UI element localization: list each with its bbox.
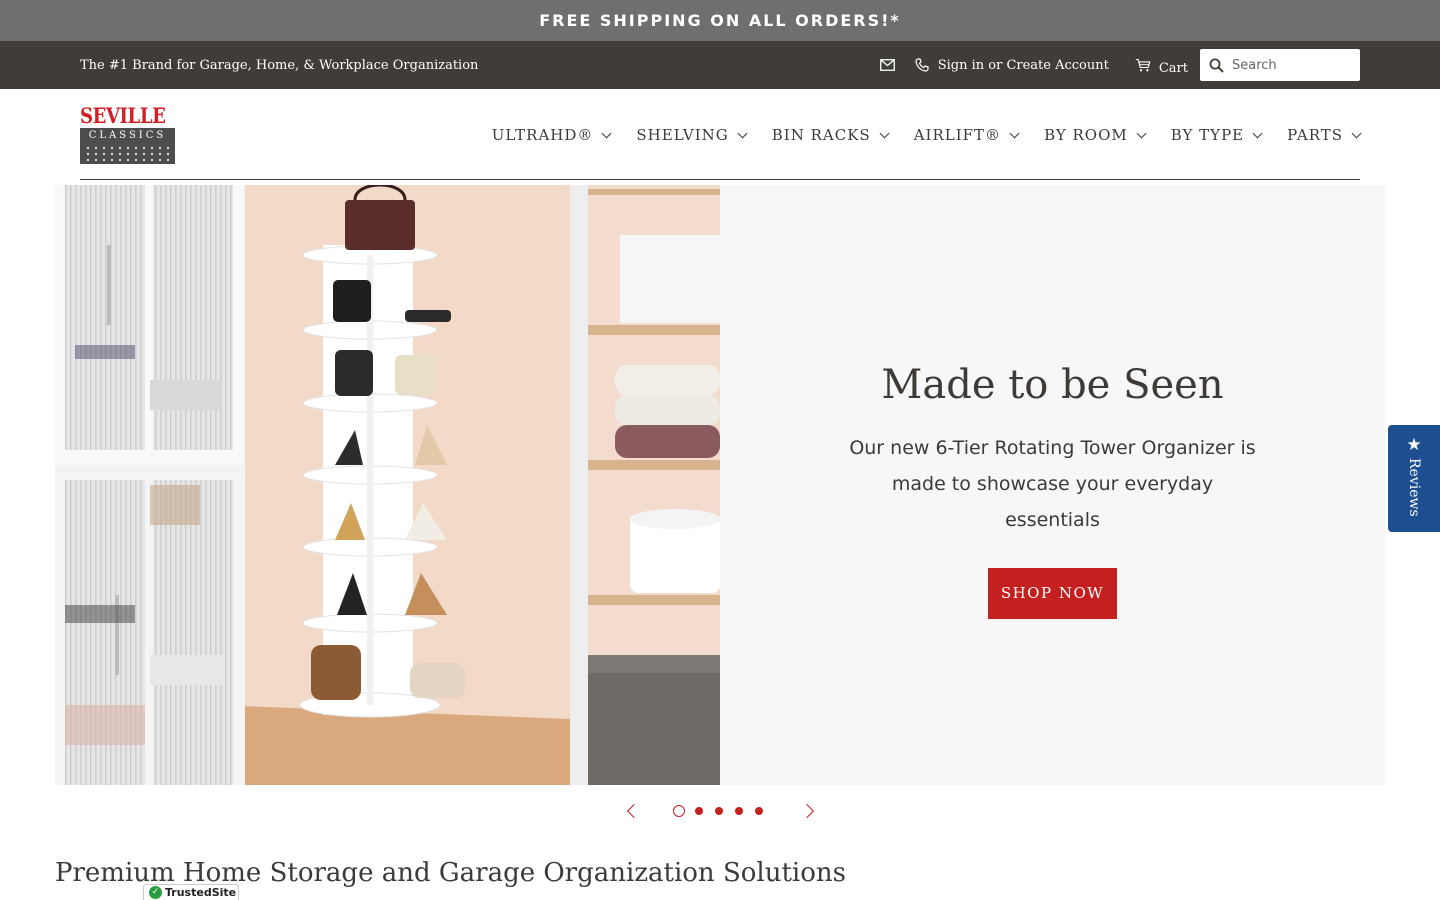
nav-item-by-type[interactable]: BY TYPE <box>1170 125 1263 144</box>
trustedsite-label: TrustedSite <box>165 886 237 899</box>
nav-item-shelving[interactable]: SHELVING <box>636 125 748 144</box>
nav-item-parts[interactable]: PARTS <box>1287 125 1362 144</box>
chevron-left-icon[interactable] <box>626 803 642 819</box>
search-box <box>1200 49 1360 81</box>
nav-item-ultrahd[interactable]: ULTRAHD® <box>491 125 612 144</box>
hero-image-closet <box>55 185 720 785</box>
cart-button[interactable]: Cart <box>1135 55 1188 76</box>
nav-item-label: ULTRAHD® <box>491 125 594 144</box>
logo-wordmark-bottom: CLASSICS <box>88 129 167 141</box>
slider-dot-5[interactable] <box>755 807 763 815</box>
utility-bar: The #1 Brand for Garage, Home, & Workpla… <box>0 41 1440 89</box>
reviews-label: Reviews <box>1406 458 1422 517</box>
hero-slide: Made to be Seen Our new 6-Tier Rotating … <box>55 185 1385 785</box>
reviews-tab[interactable]: ★ Reviews <box>1388 425 1440 532</box>
chevron-down-icon <box>1351 128 1362 138</box>
star-icon: ★ <box>1406 435 1422 455</box>
slider-dot-3[interactable] <box>715 807 723 815</box>
main-nav: ULTRAHD® SHELVING BIN RACKS AIRLIFT® BY … <box>491 125 1362 144</box>
signin-link[interactable]: Sign in or Create Account <box>938 58 1109 73</box>
utility-actions: Sign in or Create Account Cart <box>880 49 1360 81</box>
announcement-text: FREE SHIPPING ON ALL ORDERS!* <box>539 11 901 30</box>
search-icon[interactable] <box>1208 57 1224 73</box>
announcement-bar: FREE SHIPPING ON ALL ORDERS!* <box>0 0 1440 41</box>
nav-item-airlift[interactable]: AIRLIFT® <box>913 125 1020 144</box>
search-input[interactable] <box>1232 57 1352 73</box>
chevron-down-icon <box>737 128 748 138</box>
brand-tagline: The #1 Brand for Garage, Home, & Workpla… <box>80 57 479 73</box>
chevron-down-icon <box>879 128 890 138</box>
slider-dot-4[interactable] <box>735 807 743 815</box>
check-icon: ✓ <box>149 886 162 899</box>
nav-item-bin-racks[interactable]: BIN RACKS <box>771 125 890 144</box>
logo-plate: CLASSICS <box>80 127 175 164</box>
nav-item-label: BY ROOM <box>1044 125 1128 144</box>
logo-dot-pattern <box>84 144 171 161</box>
cart-label: Cart <box>1158 60 1188 76</box>
cart-icon <box>1135 57 1151 73</box>
slider-dot-1[interactable] <box>673 805 685 817</box>
chevron-right-icon[interactable] <box>799 803 815 819</box>
nav-item-label: BIN RACKS <box>771 125 871 144</box>
shop-now-button[interactable]: SHOP NOW <box>988 567 1117 619</box>
site-header: SEVILLE CLASSICS ULTRAHD® SHELVING BIN R… <box>0 89 1440 180</box>
phone-icon[interactable] <box>914 57 930 73</box>
nav-item-label: PARTS <box>1287 125 1343 144</box>
slider-controls <box>0 800 1440 824</box>
nav-item-label: AIRLIFT® <box>913 125 1002 144</box>
chevron-down-icon <box>1252 128 1263 138</box>
slider-dots <box>673 805 775 817</box>
hero-text-panel: Made to be Seen Our new 6-Tier Rotating … <box>720 185 1385 785</box>
trustedsite-badge[interactable]: ✓ TrustedSite <box>143 884 239 900</box>
logo-wordmark-top: SEVILLE <box>80 102 166 128</box>
hero-subtitle: Our new 6-Tier Rotating Tower Organizer … <box>849 436 1256 531</box>
seville-logo[interactable]: SEVILLE CLASSICS <box>80 102 180 164</box>
hero-title: Made to be Seen <box>881 361 1224 408</box>
nav-item-label: SHELVING <box>636 125 729 144</box>
closet-illustration <box>55 185 720 785</box>
slider-dot-2[interactable] <box>695 807 703 815</box>
chevron-down-icon <box>1009 128 1020 138</box>
nav-item-by-room[interactable]: BY ROOM <box>1044 125 1147 144</box>
chevron-down-icon <box>601 128 612 138</box>
mail-icon[interactable] <box>880 57 896 73</box>
nav-item-label: BY TYPE <box>1170 125 1245 144</box>
chevron-down-icon <box>1136 128 1147 138</box>
